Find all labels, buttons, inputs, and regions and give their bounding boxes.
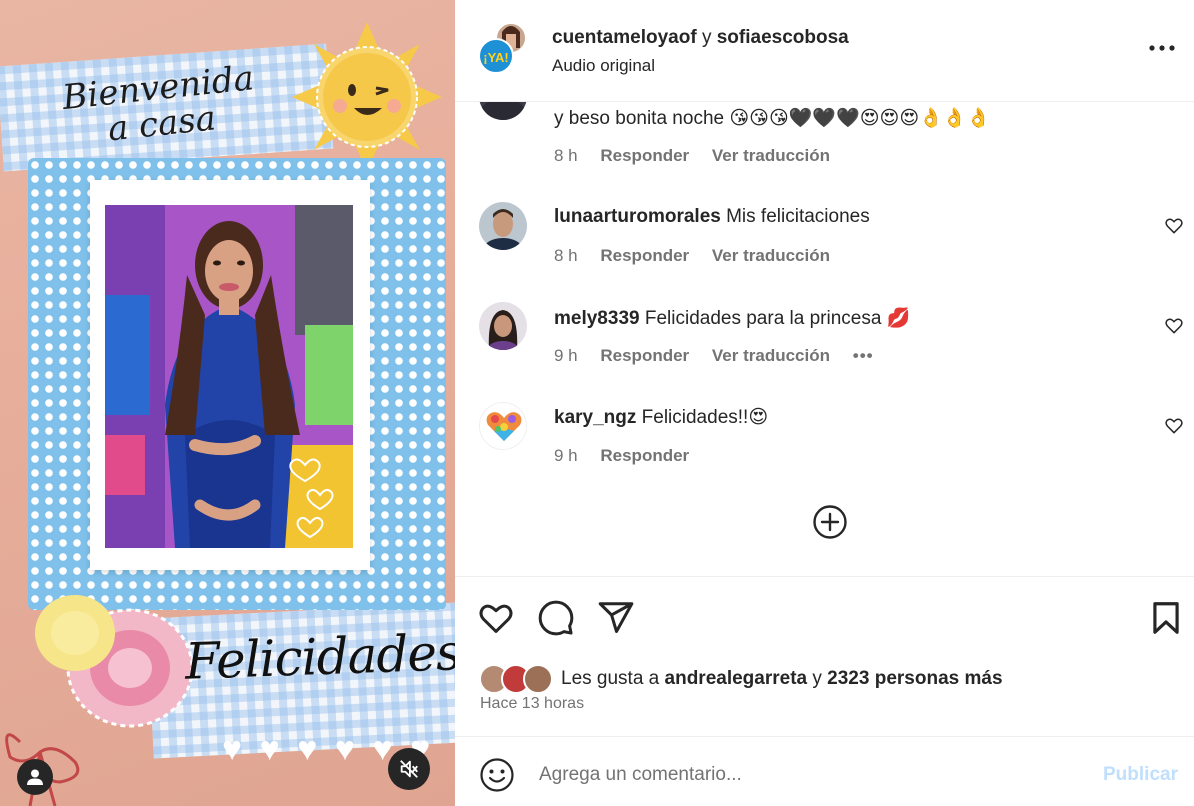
user-icon [27, 769, 43, 785]
felicidades-script: Felicidades [184, 623, 455, 691]
authors-conjunction: y [701, 27, 712, 48]
author-avatar[interactable]: ¡YA! [478, 22, 528, 74]
pacifier-illustration [35, 595, 194, 728]
comment-text: y beso bonita noche 😘😘😘🖤🖤🖤😍😍😍👌👌👌 [554, 106, 990, 130]
author-username-2[interactable]: sofiaescobosa [717, 27, 849, 48]
comment-text: mely8339 Felicidades para la princesa 💋 [554, 306, 910, 330]
comments-list[interactable]: y beso bonita noche 😘😘😘🖤🖤🖤😍😍😍👌👌👌 8 h Res… [455, 102, 1194, 576]
reply-button[interactable]: Responder [600, 146, 689, 165]
commenter-username[interactable]: mely8339 [554, 308, 640, 329]
sun-illustration [292, 22, 442, 172]
load-more-comments-icon[interactable] [812, 504, 848, 540]
likes-count[interactable]: 2323 personas más [827, 668, 1002, 689]
more-horizontal-icon[interactable] [1147, 36, 1177, 60]
likes-middle: y [807, 668, 828, 689]
comment-icon[interactable] [537, 599, 575, 637]
post-actions: Les gusta a andrealegarreta y 2323 perso… [455, 576, 1194, 736]
comment-more-button[interactable]: ••• [853, 346, 874, 365]
post-header: ¡YA! cuentameloyaof y sofiaescobosa Audi… [455, 0, 1194, 102]
audio-label[interactable]: Audio original [552, 56, 655, 76]
comment-body: Felicidades!!😍 [641, 407, 769, 428]
emoji-icon[interactable] [479, 757, 515, 793]
post-timestamp[interactable]: Hace 13 horas [480, 695, 584, 713]
comment-input[interactable] [539, 757, 1079, 793]
comment-body: y beso bonita noche 😘😘😘🖤🖤🖤😍😍😍👌👌👌 [554, 108, 991, 129]
heart-outline-icon[interactable] [1164, 316, 1184, 336]
likes-prefix: Les gusta a [561, 668, 665, 689]
commenter-username[interactable]: lunaarturomorales [554, 206, 721, 227]
heart-icon[interactable] [477, 599, 515, 637]
comment-text: kary_ngz Felicidades!!😍 [554, 406, 768, 429]
likes-summary: Les gusta a andrealegarreta y 2323 perso… [479, 663, 1003, 695]
comment-meta: 9 h Responder [554, 446, 707, 466]
comment-time: 8 h [554, 146, 578, 165]
svg-text:¡YA!: ¡YA! [483, 50, 509, 65]
post-detail-panel: ¡YA! cuentameloyaof y sofiaescobosa Audi… [455, 0, 1194, 806]
author-username-1[interactable]: cuentameloyaof [552, 27, 697, 48]
comment-time: 8 h [554, 246, 578, 265]
reply-button[interactable]: Responder [600, 246, 689, 265]
likes-text: Les gusta a andrealegarreta y 2323 perso… [561, 668, 1003, 690]
heart-outline-icon[interactable] [1164, 416, 1184, 436]
bookmark-icon[interactable] [1147, 599, 1185, 637]
post-media[interactable]: Bienvenida a casa Felicidades ♥ ♥ ♥ ♥ ♥ … [0, 0, 455, 806]
volume-muted-icon [400, 760, 418, 778]
comment-time: 9 h [554, 346, 578, 365]
comment-text: lunaarturomorales Mis felicitaciones [554, 206, 870, 228]
commenter-username[interactable]: kary_ngz [554, 407, 636, 428]
paper-plane-icon[interactable] [597, 599, 635, 637]
woman-photo [105, 205, 353, 548]
reply-button[interactable]: Responder [600, 346, 689, 365]
publish-button[interactable]: Publicar [1103, 764, 1178, 786]
translate-button[interactable]: Ver traducción [712, 146, 830, 165]
tagged-users-button[interactable] [17, 759, 53, 795]
comment-meta: 9 h Responder Ver traducción ••• [554, 346, 892, 366]
heart-outline-icon[interactable] [1164, 216, 1184, 236]
mute-toggle-button[interactable] [388, 748, 430, 790]
comment-composer: Publicar [455, 736, 1194, 806]
comment-body: Felicidades para la princesa 💋 [644, 308, 911, 329]
commenter-avatar[interactable] [479, 402, 527, 450]
commenter-avatar[interactable] [479, 302, 527, 350]
commenter-avatar[interactable] [479, 202, 527, 250]
comment-meta: 8 h Responder Ver traducción [554, 246, 848, 266]
comment-body: Mis felicitaciones [726, 206, 870, 227]
translate-button[interactable]: Ver traducción [712, 246, 830, 265]
liker-avatars[interactable] [479, 664, 559, 694]
liker-username[interactable]: andrealegarreta [665, 668, 808, 689]
commenter-avatar[interactable] [479, 102, 527, 120]
comment-meta: 8 h Responder Ver traducción [554, 146, 848, 166]
translate-button[interactable]: Ver traducción [712, 346, 830, 365]
comment-time: 9 h [554, 446, 578, 465]
reply-button[interactable]: Responder [600, 446, 689, 465]
post-authors: cuentameloyaof y sofiaescobosa [552, 27, 849, 49]
